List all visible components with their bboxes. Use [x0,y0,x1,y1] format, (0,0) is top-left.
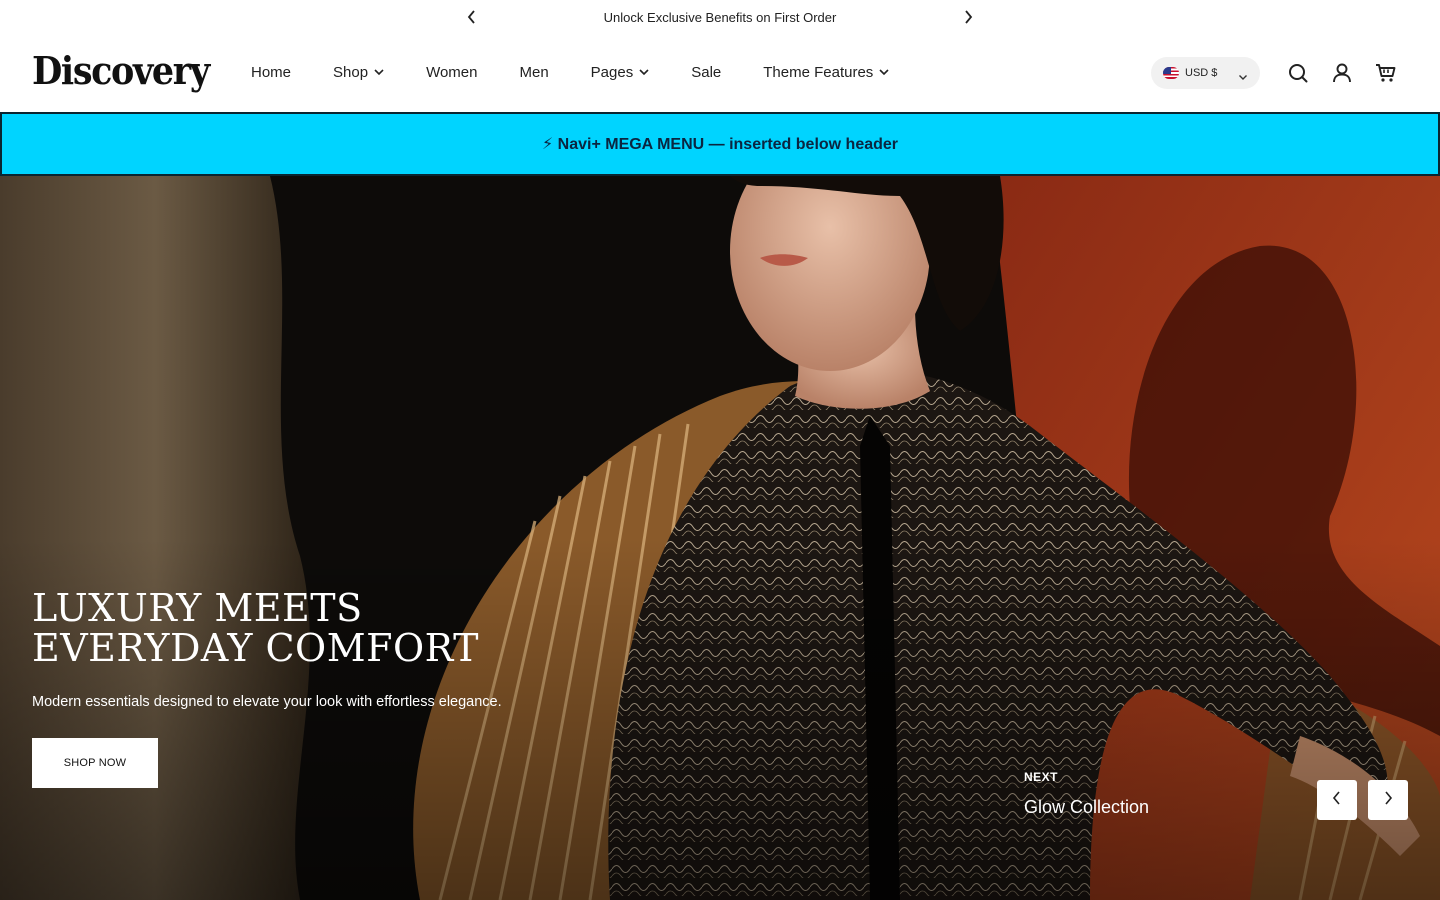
nav-item-label: Home [251,63,292,81]
currency-label: USD $ [1185,67,1218,79]
announcement-text: Unlock Exclusive Benefits on First Order [603,9,837,25]
nav-item-label: Theme Features [763,63,874,81]
nav-item-label: Men [519,63,549,81]
currency-selector[interactable]: USD $ [1151,57,1260,89]
search-icon[interactable] [1287,62,1309,84]
chevron-down-icon [639,68,649,76]
nav-item-sale[interactable]: Sale [691,60,721,84]
hero-slideshow: LUXURY MEETS EVERYDAY COMFORT Modern ess… [0,176,1440,900]
hero-title: LUXURY MEETS EVERYDAY COMFORT [32,588,479,668]
main-nav: Home Shop Women Men Pages Sale Theme Fea… [251,60,931,84]
nav-item-label: Shop [333,63,369,81]
hero-image [0,176,1440,900]
site-header: Discovery Home Shop Women Men Pages Sale… [0,34,1440,112]
nav-item-shop[interactable]: Shop [333,60,384,84]
account-icon[interactable] [1331,62,1353,84]
nav-item-women[interactable]: Women [426,60,477,84]
mega-menu-banner: ⚡ Navi+ MEGA MENU — inserted below heade… [0,112,1440,176]
chevron-down-icon [1238,68,1248,86]
us-flag-icon [1163,67,1179,79]
slide-next-button[interactable] [1368,780,1408,820]
hero-subtitle: Modern essentials designed to elevate yo… [32,694,502,710]
hero-title-line: LUXURY MEETS [32,586,363,630]
nav-item-label: Women [426,63,478,81]
chevron-right-icon [1383,790,1393,810]
hero-title-line: EVERYDAY COMFORT [32,626,479,670]
chevron-left-icon[interactable] [462,7,482,27]
nav-item-theme-features[interactable]: Theme Features [763,60,889,84]
chevron-down-icon [374,68,384,76]
logo[interactable]: Discovery [32,48,210,93]
slide-prev-button[interactable] [1317,780,1357,820]
chevron-down-icon [879,68,889,76]
nav-item-pages[interactable]: Pages [591,60,650,84]
chevron-left-icon [1332,790,1342,810]
next-slide-title[interactable]: Glow Collection [1024,797,1149,818]
next-slide-label: NEXT [1024,770,1059,784]
announcement-bar: Unlock Exclusive Benefits on First Order [0,0,1440,34]
nav-item-home[interactable]: Home [251,60,291,84]
mega-menu-text: ⚡ Navi+ MEGA MENU — inserted below heade… [541,136,899,153]
shop-now-button[interactable]: SHOP NOW [32,738,158,788]
nav-item-label: Sale [691,63,722,81]
chevron-right-icon[interactable] [958,7,978,27]
nav-item-men[interactable]: Men [519,60,548,84]
nav-item-label: Pages [590,63,634,81]
cart-icon[interactable] [1375,62,1397,84]
